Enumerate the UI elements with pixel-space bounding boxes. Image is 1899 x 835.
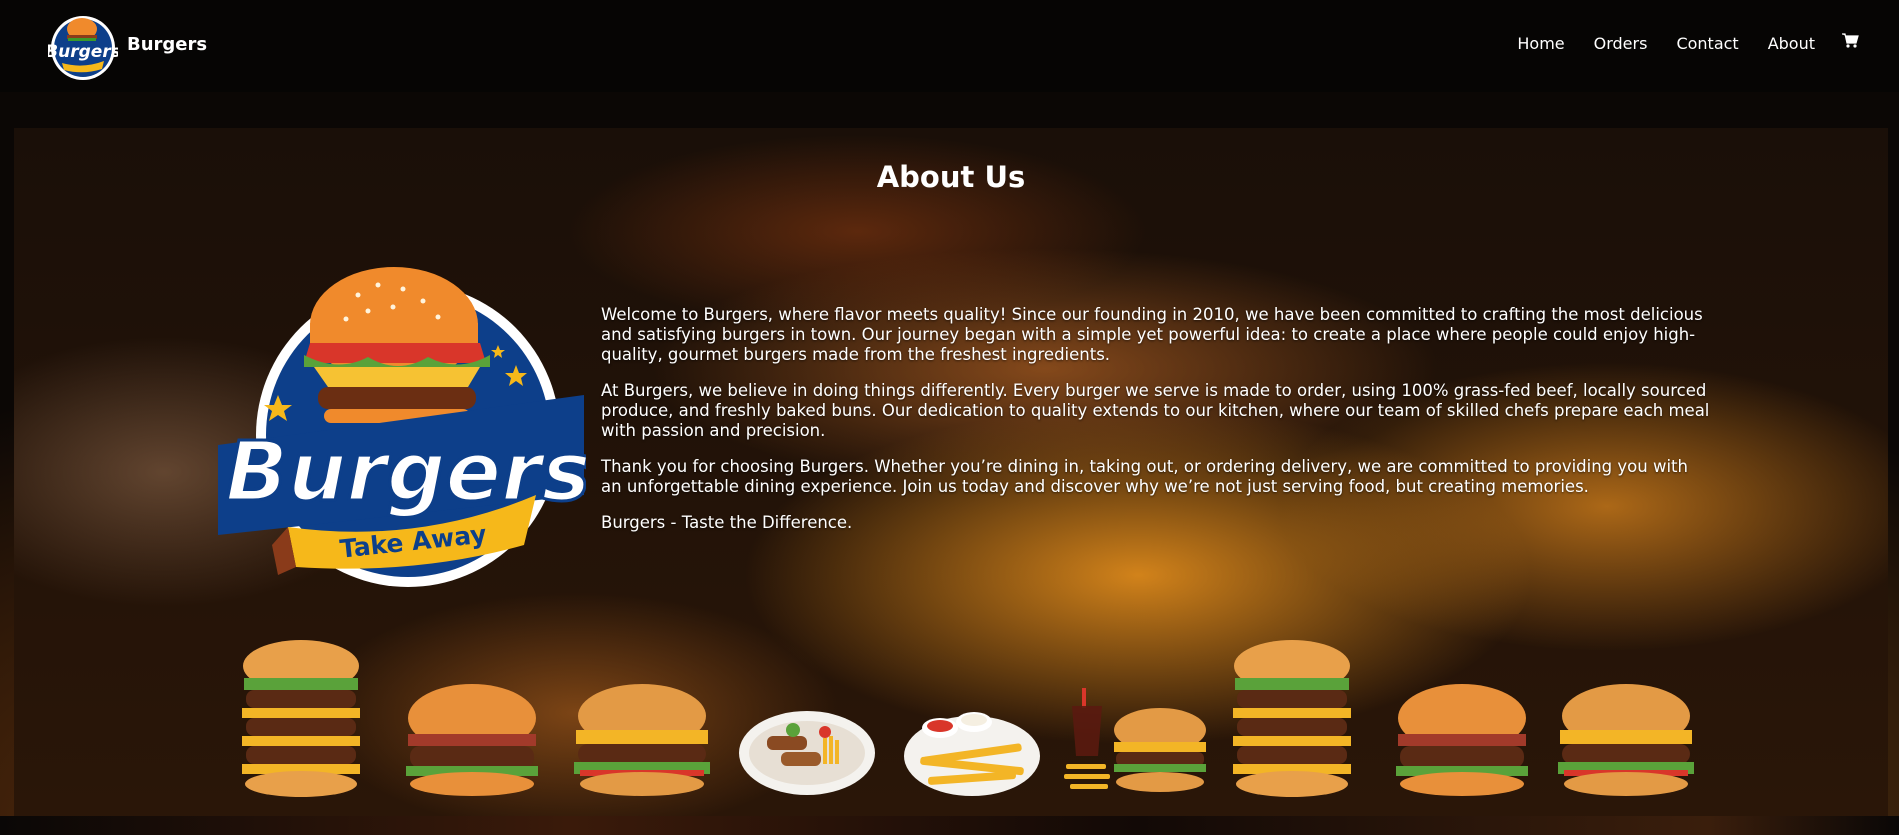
page-title: About Us <box>876 160 1026 194</box>
footer-background <box>0 816 1899 835</box>
nav-home[interactable]: Home <box>1517 34 1564 53</box>
nav-contact[interactable]: Contact <box>1676 34 1738 53</box>
cheese-burger-image <box>1558 684 1694 796</box>
burgers-logo-icon: Burgers Take Away <box>218 267 586 587</box>
tall-burger-image <box>242 640 360 797</box>
burger-image <box>406 684 538 796</box>
main-nav: Home Orders Contact About <box>1488 32 1859 53</box>
fries-plate-image <box>904 712 1040 796</box>
about-paragraph: Thank you for choosing Burgers. Whether … <box>601 457 1688 496</box>
cart-icon[interactable] <box>1841 32 1859 49</box>
burger-combo-image <box>1064 688 1206 792</box>
svg-text:Burgers: Burgers <box>48 42 118 62</box>
about-section: About Us Burgers Take Away Welcome to Bu <box>14 128 1888 816</box>
about-paragraph: At Burgers, we believe in doing things d… <box>601 381 1710 440</box>
food-gallery <box>202 638 1704 798</box>
nav-about[interactable]: About <box>1768 34 1815 53</box>
nav-orders[interactable]: Orders <box>1594 34 1648 53</box>
header: Burgers Burgers Home Orders Contact Abou… <box>0 0 1899 92</box>
about-tagline: Burgers - Taste the Difference. <box>601 513 853 532</box>
cheese-burger-image <box>574 684 710 796</box>
kebab-plate-image <box>739 711 875 795</box>
tall-burger-image <box>1233 640 1351 797</box>
about-text: Welcome to Burgers, where flavor meets q… <box>601 305 1711 549</box>
burger-image <box>1396 684 1528 796</box>
logo-icon[interactable]: Burgers <box>48 11 118 81</box>
brand-name[interactable]: Burgers <box>127 34 207 55</box>
about-paragraph: Welcome to Burgers, where flavor meets q… <box>601 305 1703 364</box>
